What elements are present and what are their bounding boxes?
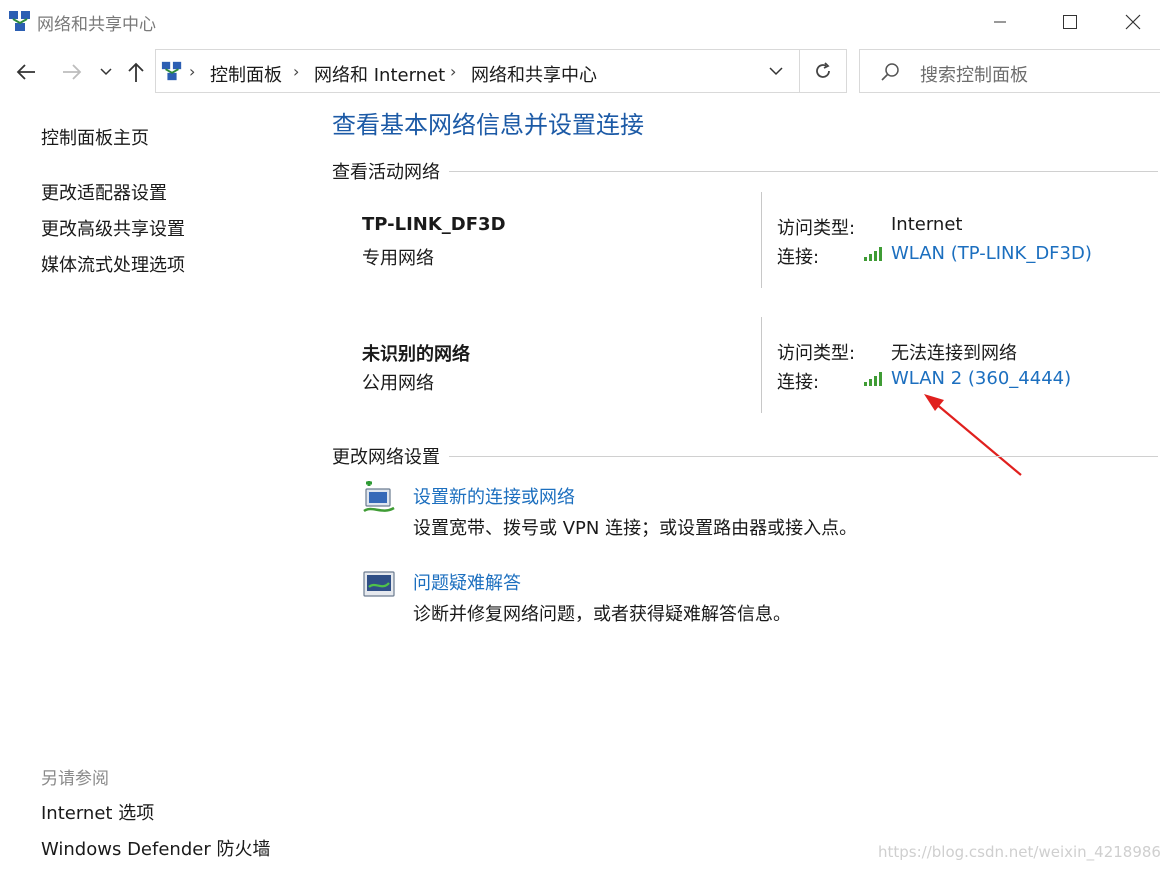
forward-arrow-icon xyxy=(63,64,82,80)
recent-locations-button[interactable] xyxy=(96,55,116,89)
search-icon xyxy=(881,63,899,81)
access-type-value: 无法连接到网络 xyxy=(891,343,1017,364)
breadcrumb-separator-icon: › xyxy=(450,62,457,81)
wlan2-connection-link[interactable]: WLAN 2 (360_4444) xyxy=(891,368,1071,389)
search-placeholder: 搜索控制面板 xyxy=(920,65,1028,86)
setup-new-connection-description: 设置宽带、拨号或 VPN 连接；或设置路由器或接入点。 xyxy=(413,518,858,539)
refresh-icon xyxy=(816,62,830,78)
watermark: https://blog.csdn.net/weixin_42189863 xyxy=(878,843,1160,861)
close-icon xyxy=(1125,14,1140,30)
breadcrumb-control-panel[interactable]: 控制面板 xyxy=(210,61,282,87)
breadcrumb-separator-icon: › xyxy=(293,62,300,81)
sidebar-media-streaming-link[interactable]: 媒体流式处理选项 xyxy=(41,251,185,277)
title-bar: 网络和共享中心 xyxy=(0,0,1160,44)
network-center-icon xyxy=(9,11,30,31)
page-title: 查看基本网络信息并设置连接 xyxy=(332,111,644,139)
sidebar-adapter-settings-link[interactable]: 更改适配器设置 xyxy=(41,179,167,205)
up-button[interactable] xyxy=(122,55,150,89)
address-dropdown-icon[interactable] xyxy=(769,67,783,76)
chevron-down-icon xyxy=(100,68,112,76)
refresh-button[interactable] xyxy=(800,49,847,93)
new-connection-icon xyxy=(363,481,395,513)
connection-label: 连接: xyxy=(777,372,820,393)
network-name: TP-LINK_DF3D xyxy=(362,214,506,235)
maximize-icon xyxy=(1063,15,1077,29)
window-title: 网络和共享中心 xyxy=(37,15,156,35)
control-panel-icon xyxy=(161,61,182,81)
back-button[interactable] xyxy=(10,55,42,89)
minimize-icon xyxy=(994,21,1006,23)
troubleshoot-description: 诊断并修复网络问题，或者获得疑难解答信息。 xyxy=(413,604,791,625)
network-divider xyxy=(761,317,762,413)
address-bar[interactable]: › 控制面板 › 网络和 Internet › 网络和共享中心 xyxy=(155,49,800,93)
maximize-button[interactable] xyxy=(1035,0,1105,44)
see-also-heading: 另请参阅 xyxy=(41,769,109,789)
network-name: 未识别的网络 xyxy=(362,344,470,365)
setup-new-connection-link[interactable]: 设置新的连接或网络 xyxy=(413,483,575,509)
up-arrow-icon xyxy=(128,62,144,82)
annotation-arrow-icon xyxy=(924,394,1022,476)
troubleshoot-link[interactable]: 问题疑难解答 xyxy=(413,569,521,595)
section-divider xyxy=(449,456,1158,457)
change-settings-heading: 更改网络设置 xyxy=(332,447,440,468)
section-divider xyxy=(449,171,1158,172)
internet-options-link[interactable]: Internet 选项 xyxy=(41,799,154,825)
minimize-button[interactable] xyxy=(965,0,1035,44)
sidebar-home-link[interactable]: 控制面板主页 xyxy=(41,124,149,150)
troubleshoot-icon xyxy=(363,571,395,597)
wifi-signal-icon xyxy=(864,372,882,386)
network-category: 公用网络 xyxy=(362,373,434,394)
back-arrow-icon xyxy=(16,64,35,80)
forward-button[interactable] xyxy=(56,55,88,89)
connection-label: 连接: xyxy=(777,247,820,268)
breadcrumb-network-sharing-center[interactable]: 网络和共享中心 xyxy=(471,61,597,87)
wifi-signal-icon xyxy=(864,247,882,261)
breadcrumb-network-internet[interactable]: 网络和 Internet xyxy=(314,61,445,87)
close-button[interactable] xyxy=(1105,0,1160,44)
defender-firewall-link[interactable]: Windows Defender 防火墙 xyxy=(41,835,270,861)
search-input[interactable]: 搜索控制面板 xyxy=(859,49,1160,93)
access-type-label: 访问类型: xyxy=(777,218,856,239)
network-category: 专用网络 xyxy=(362,248,434,269)
sidebar-advanced-sharing-link[interactable]: 更改高级共享设置 xyxy=(41,215,185,241)
wlan-connection-link[interactable]: WLAN (TP-LINK_DF3D) xyxy=(891,243,1092,264)
active-networks-heading: 查看活动网络 xyxy=(332,162,440,183)
access-type-label: 访问类型: xyxy=(777,343,856,364)
breadcrumb-separator-icon: › xyxy=(189,62,196,81)
network-divider xyxy=(761,192,762,288)
access-type-value: Internet xyxy=(891,214,963,235)
